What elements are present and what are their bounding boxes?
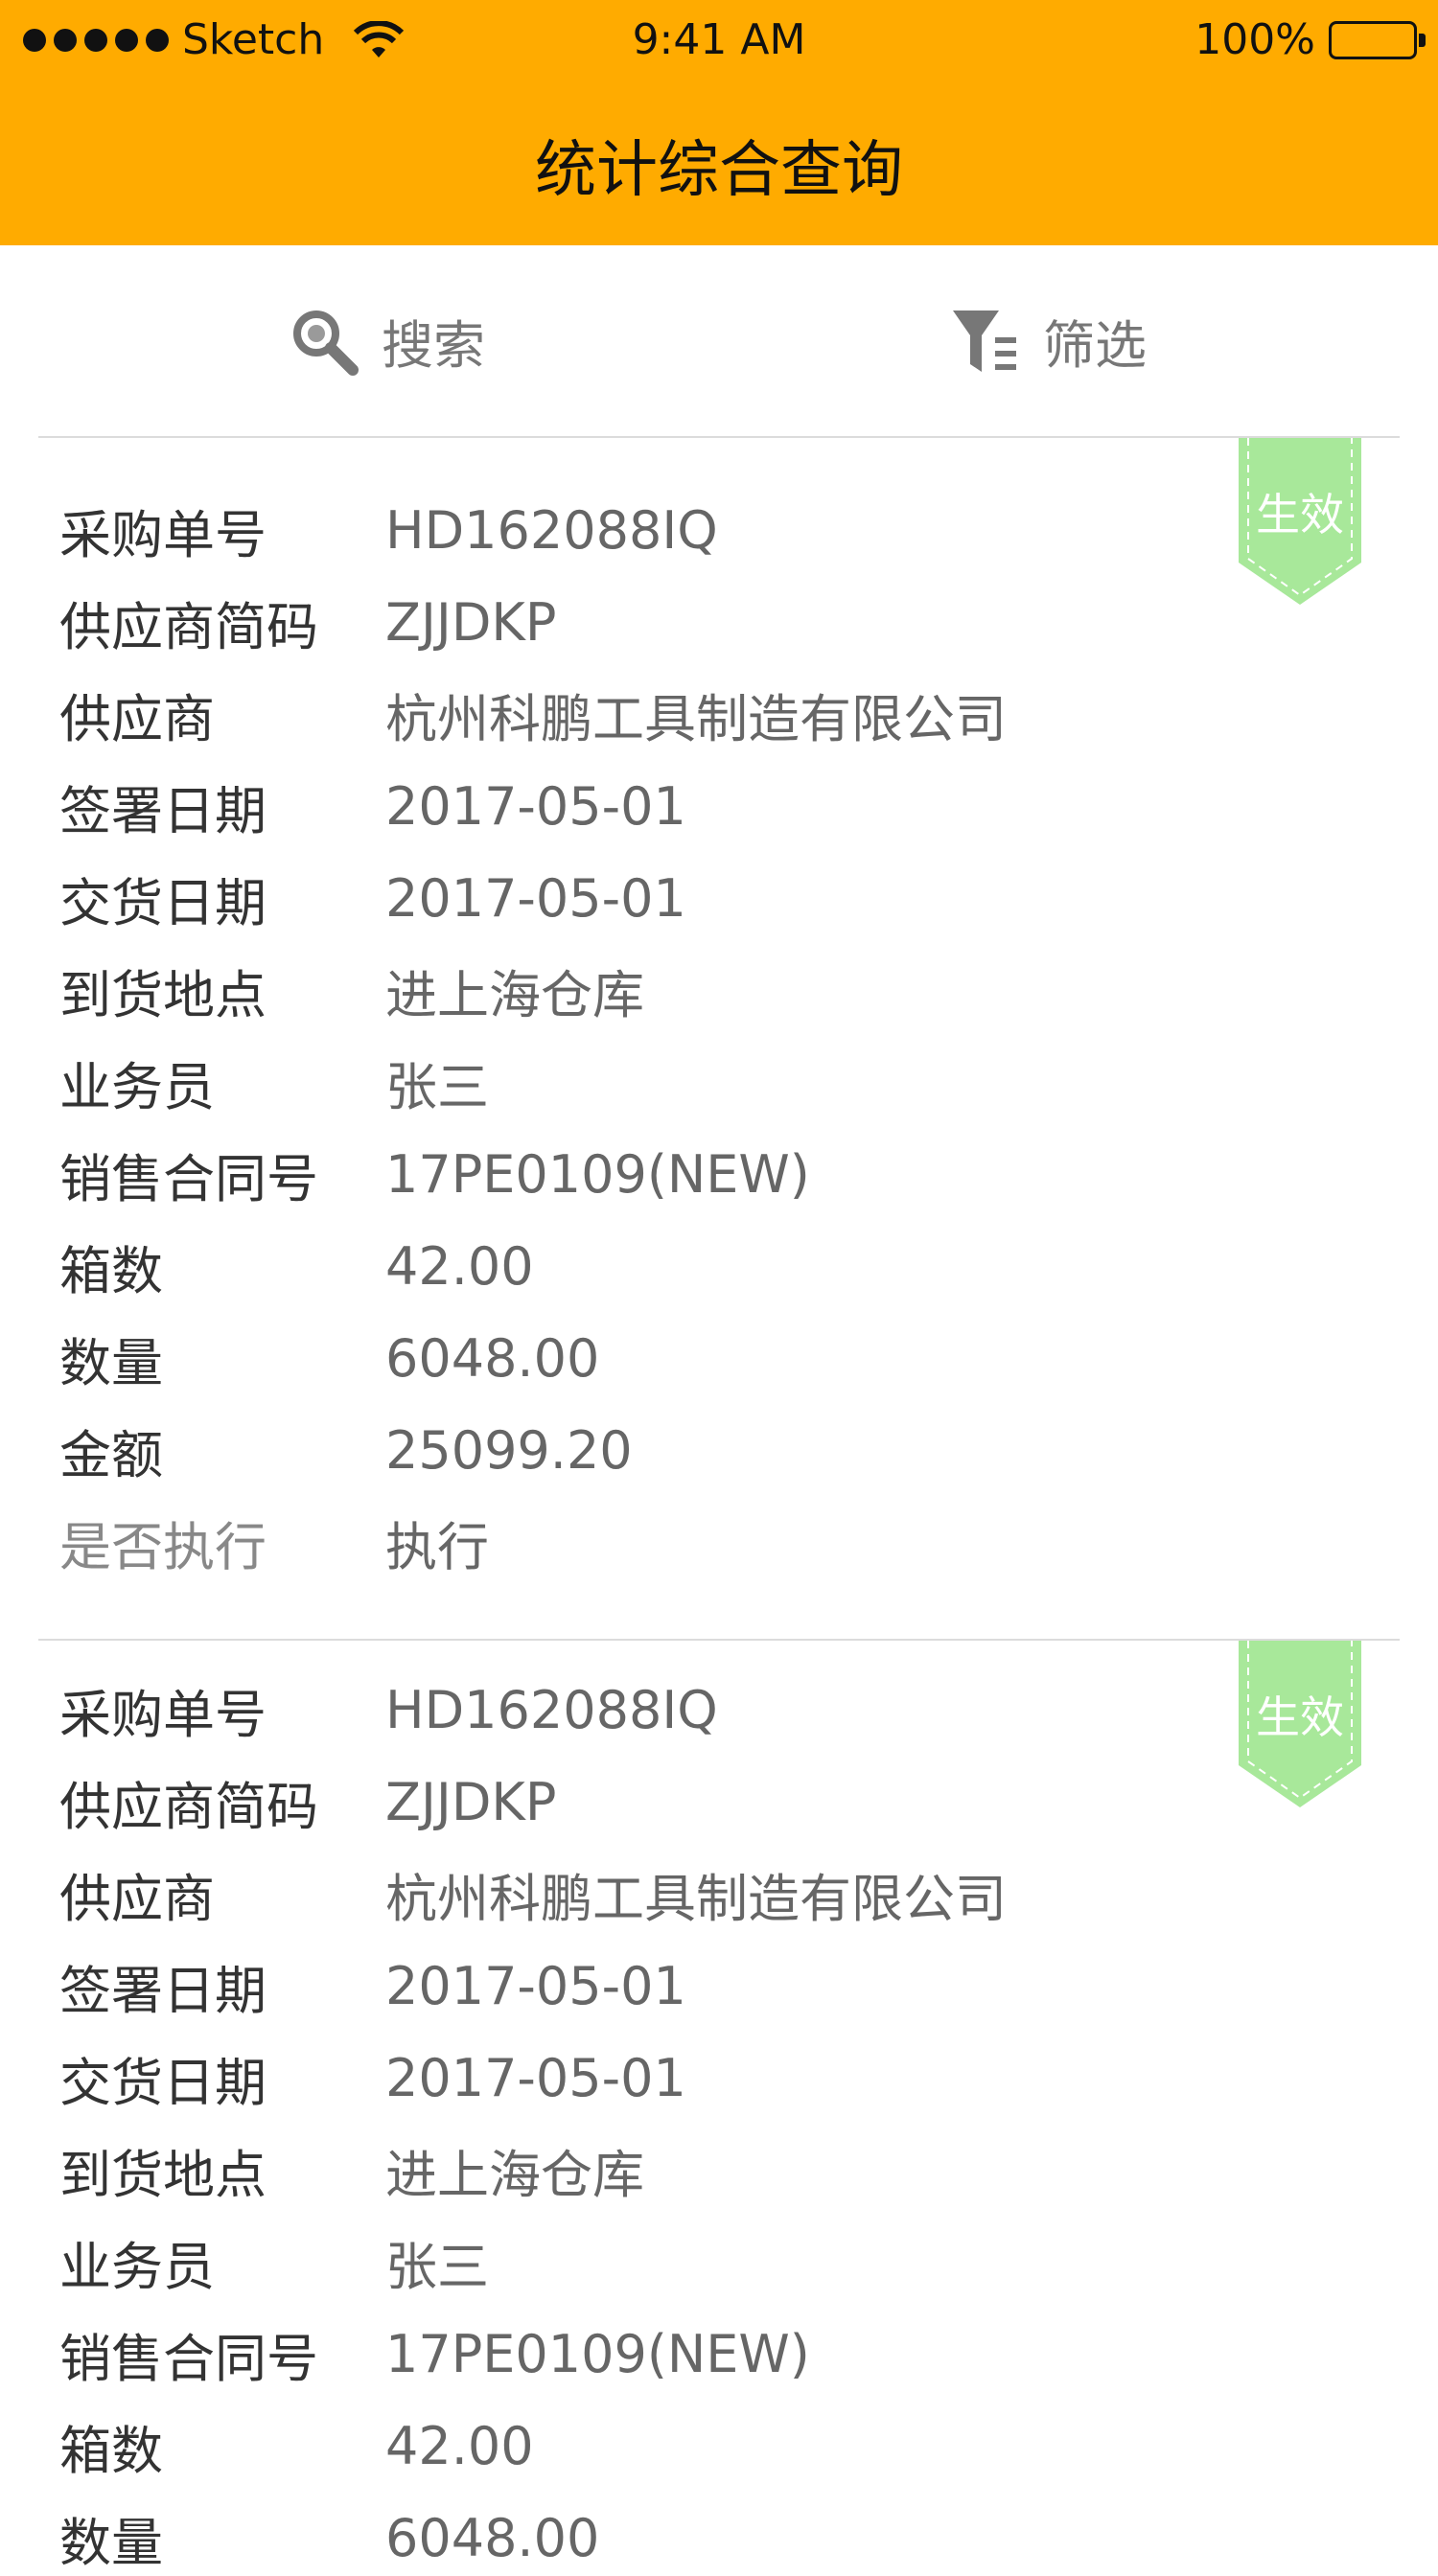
field-label: 供应商: [59, 1868, 215, 1929]
field-label: 箱数: [59, 1240, 163, 1301]
battery-icon: [1329, 20, 1426, 59]
field-value: 2017-05-01: [385, 867, 686, 929]
field-label: 是否执行: [59, 1516, 267, 1577]
field-row: 采购单号 HD162088IQ: [59, 492, 718, 568]
field-row: 销售合同号 17PE0109(NEW): [59, 1136, 810, 1212]
field-row: 签署日期 2017-05-01: [59, 768, 686, 844]
field-label: 供应商: [59, 688, 215, 749]
field-label: 到货地点: [59, 2144, 267, 2205]
toolbar: 搜索 筛选: [0, 245, 1438, 437]
status-badge: 生效: [1239, 438, 1361, 605]
field-value: ZJJDKP: [385, 591, 557, 653]
status-bar: Sketch 9:41 AM 100%: [0, 0, 1438, 84]
field-label: 签署日期: [59, 780, 267, 841]
field-value: HD162088IQ: [385, 1679, 718, 1740]
field-value: 17PE0109(NEW): [385, 1143, 810, 1205]
field-row: 供应商 杭州科鹏工具制造有限公司: [59, 1855, 1007, 1932]
filter-icon: [953, 310, 1016, 372]
field-label: 采购单号: [59, 504, 267, 565]
field-value: 2017-05-01: [385, 1955, 686, 2016]
field-value: 2017-05-01: [385, 775, 686, 837]
field-label: 金额: [59, 1424, 163, 1485]
field-label: 数量: [59, 2512, 163, 2573]
field-row: 供应商 杭州科鹏工具制造有限公司: [59, 676, 1007, 752]
field-value: 杭州科鹏工具制造有限公司: [385, 688, 1007, 749]
field-row: 销售合同号 17PE0109(NEW): [59, 2315, 810, 2392]
field-label: 交货日期: [59, 2052, 267, 2113]
field-value: 25099.20: [385, 1419, 633, 1481]
field-row: 到货地点 进上海仓库: [59, 2131, 644, 2208]
field-label: 箱数: [59, 2420, 163, 2481]
status-right: 100%: [1194, 15, 1426, 64]
header: Sketch 9:41 AM 100% 统计综合查询: [0, 0, 1438, 245]
page-title: 统计综合查询: [535, 135, 903, 206]
battery-percent: 100%: [1194, 15, 1315, 64]
field-label: 供应商简码: [59, 596, 318, 657]
field-label: 交货日期: [59, 872, 267, 933]
field-value: 张三: [385, 2236, 489, 2297]
record-card[interactable]: 生效 采购单号 HD162088IQ 供应商简码 ZJJDKP 供应商 杭州科鹏工具制…: [38, 436, 1400, 1639]
field-row: 是否执行 执行: [59, 1504, 489, 1580]
field-label: 销售合同号: [59, 2328, 318, 2389]
field-label: 数量: [59, 1332, 163, 1393]
field-row: 业务员 张三: [59, 2223, 489, 2300]
field-value: 6048.00: [385, 1327, 600, 1389]
field-row: 箱数 42.00: [59, 2407, 534, 2484]
field-row: 采购单号 HD162088IQ: [59, 1671, 718, 1748]
field-value: HD162088IQ: [385, 499, 718, 561]
record-card[interactable]: 生效 采购单号 HD162088IQ 供应商简码 ZJJDKP 供应商 杭州科鹏工具制…: [38, 1639, 1400, 2573]
field-value: 17PE0109(NEW): [385, 2323, 810, 2384]
search-button[interactable]: 搜索: [288, 303, 485, 379]
field-label: 销售合同号: [59, 1148, 318, 1209]
field-row: 箱数 42.00: [59, 1228, 534, 1304]
field-row: 金额 25099.20: [59, 1412, 633, 1488]
field-row: 业务员 张三: [59, 1044, 489, 1120]
field-label: 业务员: [59, 1056, 215, 1117]
field-value: 执行: [385, 1516, 489, 1577]
status-badge-text: 生效: [1256, 489, 1344, 540]
status-badge-text: 生效: [1256, 1691, 1344, 1743]
field-row: 交货日期 2017-05-01: [59, 2039, 686, 2116]
field-label: 到货地点: [59, 964, 267, 1025]
field-value: 进上海仓库: [385, 964, 644, 1025]
field-value: ZJJDKP: [385, 1771, 557, 1832]
status-badge: 生效: [1239, 1641, 1361, 1807]
filter-button[interactable]: 筛选: [949, 303, 1147, 379]
field-value: 杭州科鹏工具制造有限公司: [385, 1868, 1007, 1929]
field-label: 供应商简码: [59, 1776, 318, 1837]
field-value: 2017-05-01: [385, 2047, 686, 2108]
field-value: 42.00: [385, 2415, 534, 2476]
field-row: 交货日期 2017-05-01: [59, 860, 686, 936]
field-row: 数量 6048.00: [59, 1320, 599, 1396]
search-icon: [293, 310, 359, 376]
field-label: 签署日期: [59, 1960, 267, 2021]
field-row: 数量 6048.00: [59, 2499, 599, 2576]
field-label: 采购单号: [59, 1684, 267, 1745]
field-row: 到货地点 进上海仓库: [59, 952, 644, 1028]
field-row: 供应商简码 ZJJDKP: [59, 584, 556, 660]
field-row: 供应商简码 ZJJDKP: [59, 1763, 556, 1840]
field-value: 42.00: [385, 1235, 534, 1297]
field-value: 张三: [385, 1056, 489, 1117]
search-label: 搜索: [382, 315, 485, 376]
filter-label: 筛选: [1043, 315, 1147, 376]
field-label: 业务员: [59, 2236, 215, 2297]
field-row: 签署日期 2017-05-01: [59, 1947, 686, 2024]
field-value: 进上海仓库: [385, 2144, 644, 2205]
field-value: 6048.00: [385, 2507, 600, 2568]
